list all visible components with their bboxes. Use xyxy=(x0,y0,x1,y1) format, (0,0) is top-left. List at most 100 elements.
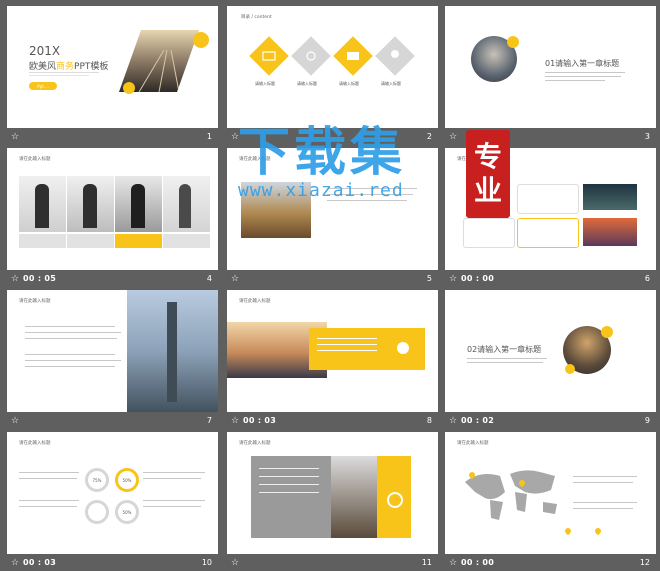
slide-number: 8 xyxy=(426,416,432,425)
slide-header: 目录 / content xyxy=(241,15,272,20)
text-line xyxy=(19,472,79,473)
text-line xyxy=(25,354,115,355)
star-icon[interactable]: ☆ xyxy=(9,274,21,284)
star-icon[interactable]: ☆ xyxy=(9,416,21,426)
decor-circle xyxy=(565,364,575,374)
text-line xyxy=(467,358,547,359)
slide-thumbnail-6[interactable]: 请在此输入标题 ☆ 00 : 00 6 xyxy=(445,148,656,287)
slide-canvas: 请在此输入标题 75% 50% 50% xyxy=(7,432,218,554)
slide-canvas: 201X 欧美风商务PPT模板 Ppt.... xyxy=(7,6,218,128)
slide-status-bar: ☆ 3 xyxy=(445,128,656,145)
text-line xyxy=(259,484,319,485)
text-line xyxy=(573,482,633,483)
text-line xyxy=(327,200,407,201)
transition-time: 00 : 05 xyxy=(23,274,57,283)
slide-thumbnail-2[interactable]: 目录 / content 请输入标题 请输入标题 请输入标题 请输入标题 ☆ 2 xyxy=(227,6,438,145)
text-line xyxy=(317,350,377,351)
slide-canvas: 请在此输入标题 xyxy=(7,290,218,412)
slide-number: 9 xyxy=(644,416,650,425)
slide-thumbnail-12[interactable]: 请在此输入标题 ☆ 00 : 00 12 xyxy=(445,432,656,571)
toc-diamonds xyxy=(249,36,415,76)
slide-number: 5 xyxy=(426,274,432,283)
slide-thumbnail-5[interactable]: 请在此输入标题 ☆ 5 xyxy=(227,148,438,287)
cover-year: 201X xyxy=(29,44,61,58)
slide-canvas: 请在此输入标题 xyxy=(445,432,656,554)
toc-item-2: 请输入标题 xyxy=(297,81,317,86)
text-line xyxy=(573,476,637,477)
decor-circle xyxy=(507,36,519,48)
slide-thumbnail-7[interactable]: 请在此输入标题 ☆ 7 xyxy=(7,290,218,429)
slide-thumbnail-3[interactable]: 01请输入第一章标题 ☆ 3 xyxy=(445,6,656,145)
progress-ring-highlight: 50% xyxy=(115,468,139,492)
cover-subtitle-pre: 欧美风 xyxy=(29,62,57,72)
city-sunset-photo xyxy=(583,218,637,246)
decor-circle xyxy=(123,82,135,94)
slide-canvas: 请在此输入标题 xyxy=(7,148,218,270)
city-night-photo xyxy=(583,184,637,210)
slide-header: 请在此输入标题 xyxy=(19,157,51,162)
text-line xyxy=(317,338,377,339)
slide-thumbnail-4[interactable]: 请在此输入标题 ☆ 00 : 05 4 xyxy=(7,148,218,287)
slide-number: 1 xyxy=(206,132,212,141)
text-line xyxy=(467,362,543,363)
star-icon[interactable]: ☆ xyxy=(9,132,21,142)
caption-box xyxy=(67,234,114,248)
slide-canvas: 请在此输入标题 xyxy=(227,290,438,412)
star-icon[interactable]: ☆ xyxy=(229,274,241,284)
slide-thumbnail-9[interactable]: 02请输入第一章标题 ☆ 00 : 02 9 xyxy=(445,290,656,429)
text-line xyxy=(317,344,377,345)
slide-number: 4 xyxy=(206,274,212,283)
cover-button: Ppt.... xyxy=(29,82,57,90)
caption-box-highlight xyxy=(115,234,162,248)
transition-time: 00 : 02 xyxy=(461,416,495,425)
slide-status-bar: ☆ 11 xyxy=(227,554,438,571)
star-icon[interactable]: ☆ xyxy=(447,558,459,568)
slide-canvas: 请在此输入标题 xyxy=(227,432,438,554)
slide-number: 10 xyxy=(201,558,212,567)
person-silhouette xyxy=(83,184,97,228)
slide-status-bar: ☆ 00 : 03 10 xyxy=(7,554,218,571)
person-silhouette xyxy=(35,184,49,228)
slide-thumbnail-8[interactable]: 请在此输入标题 ☆ 00 : 03 8 xyxy=(227,290,438,429)
star-icon[interactable]: ☆ xyxy=(447,274,459,284)
building-photo xyxy=(331,456,377,538)
star-icon[interactable]: ☆ xyxy=(447,132,459,142)
decor-circle xyxy=(193,32,209,48)
map-pin-icon xyxy=(593,526,603,536)
feature-card-highlight xyxy=(517,218,579,248)
slide-status-bar: ☆ 00 : 05 4 xyxy=(7,270,218,287)
toc-item-1: 请输入标题 xyxy=(255,81,275,86)
search-icon xyxy=(387,492,403,508)
text-line xyxy=(327,188,417,189)
cover-subtitle-post: PPT模板 xyxy=(74,62,109,72)
text-line xyxy=(25,338,117,339)
text-line xyxy=(545,72,625,73)
text-line xyxy=(573,502,637,503)
slide-thumbnail-10[interactable]: 请在此输入标题 75% 50% 50% ☆ 00 : 03 10 xyxy=(7,432,218,571)
feature-card xyxy=(463,218,515,248)
transition-time: 00 : 00 xyxy=(461,274,495,283)
slide-status-bar: ☆ 00 : 02 9 xyxy=(445,412,656,429)
star-icon[interactable]: ☆ xyxy=(229,416,241,426)
progress-ring xyxy=(85,500,109,524)
slide-header: 请在此输入标题 xyxy=(239,299,271,304)
slide-canvas: 目录 / content 请输入标题 请输入标题 请输入标题 请输入标题 xyxy=(227,6,438,128)
transition-time: 00 : 03 xyxy=(243,416,277,425)
transition-time: 00 : 00 xyxy=(461,558,495,567)
caption-box xyxy=(163,234,210,248)
slide-thumbnail-11[interactable]: 请在此输入标题 ☆ 11 xyxy=(227,432,438,571)
star-icon[interactable]: ☆ xyxy=(9,558,21,568)
star-icon[interactable]: ☆ xyxy=(229,132,241,142)
text-line xyxy=(143,500,205,501)
toc-item-4: 请输入标题 xyxy=(381,81,401,86)
star-icon[interactable]: ☆ xyxy=(447,416,459,426)
text-line xyxy=(25,326,115,327)
divider xyxy=(29,75,89,76)
slide-number: 3 xyxy=(644,132,650,141)
text-line xyxy=(25,366,115,367)
divider xyxy=(29,72,99,73)
slide-thumbnail-1[interactable]: 201X 欧美风商务PPT模板 Ppt.... ☆ 1 xyxy=(7,6,218,145)
slide-number: 12 xyxy=(639,558,650,567)
star-icon[interactable]: ☆ xyxy=(229,558,241,568)
slide-status-bar: ☆ 00 : 00 12 xyxy=(445,554,656,571)
